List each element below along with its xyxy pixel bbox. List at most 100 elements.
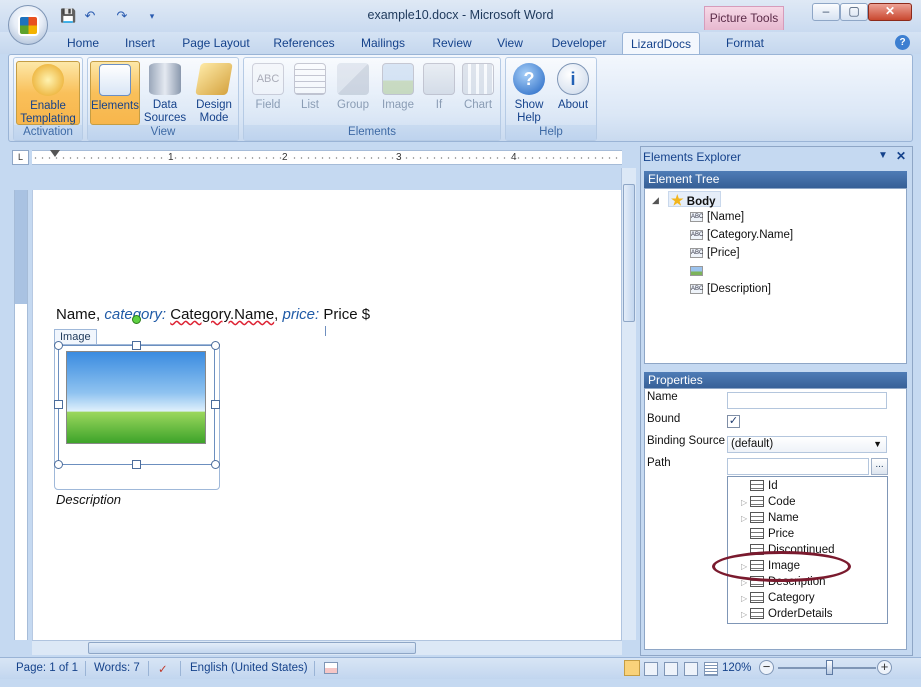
pane-close-icon[interactable]: ✕ xyxy=(896,149,906,163)
placeholder-image[interactable] xyxy=(66,351,206,444)
scroll-thumb[interactable] xyxy=(88,642,416,654)
rotate-handle[interactable] xyxy=(132,315,141,324)
tab-insert[interactable]: Insert xyxy=(116,32,164,54)
tab-developer[interactable]: Developer xyxy=(544,32,614,54)
path-option-label: OrderDetails xyxy=(768,608,833,620)
zoom-in-button[interactable]: + xyxy=(877,660,892,675)
list-icon xyxy=(294,63,326,95)
vertical-scrollbar[interactable] xyxy=(621,168,636,640)
binding-source-select[interactable]: (default) ▼ xyxy=(727,436,887,453)
group-label-activation: Activation xyxy=(14,125,82,140)
image-button[interactable]: Image xyxy=(376,61,420,125)
pane-menu-icon[interactable]: ▼ xyxy=(878,150,888,161)
tab-view[interactable]: View xyxy=(488,32,532,54)
close-button[interactable]: ✕ xyxy=(868,3,912,21)
if-button[interactable]: If xyxy=(422,61,456,125)
scroll-thumb[interactable] xyxy=(623,184,635,322)
tab-format[interactable]: Format xyxy=(716,32,774,54)
path-option[interactable]: ▷ OrderDetails xyxy=(741,606,833,622)
lizard-icon xyxy=(32,64,64,96)
office-button[interactable] xyxy=(8,5,48,45)
field-category-name[interactable]: Category.Name xyxy=(170,306,274,323)
design-mode-label: Design Mode xyxy=(196,99,232,124)
web-layout-icon[interactable] xyxy=(664,662,678,676)
language[interactable]: English (United States) xyxy=(190,662,308,674)
zoom-slider-thumb[interactable] xyxy=(826,660,834,675)
tree-node-body[interactable]: ★ Body xyxy=(668,191,721,208)
vertical-ruler[interactable] xyxy=(14,190,28,640)
path-option[interactable]: Id xyxy=(741,478,778,494)
path-input[interactable] xyxy=(727,458,869,475)
page-count[interactable]: Page: 1 of 1 xyxy=(16,662,78,674)
tab-home[interactable]: Home xyxy=(58,32,108,54)
name-property-input[interactable] xyxy=(727,392,887,409)
bound-checkbox[interactable]: ✓ xyxy=(727,415,740,428)
outline-icon[interactable] xyxy=(684,662,698,676)
resize-handle[interactable] xyxy=(211,341,220,350)
data-sources-button[interactable]: Data Sources xyxy=(142,61,188,125)
group-button[interactable]: Group xyxy=(332,61,374,125)
enable-templating-button[interactable]: Enable Templating xyxy=(16,61,80,125)
elements-button[interactable]: Elements xyxy=(90,61,140,125)
tab-mailings[interactable]: Mailings xyxy=(352,32,414,54)
resize-handle[interactable] xyxy=(54,341,63,350)
draft-icon[interactable] xyxy=(704,662,718,676)
resize-handle[interactable] xyxy=(132,341,141,350)
print-layout-icon[interactable] xyxy=(624,660,640,676)
ruler-number: 4 xyxy=(511,152,517,163)
tab-lizarddocs[interactable]: LizardDocs xyxy=(622,32,700,54)
show-help-button[interactable]: ? Show Help xyxy=(508,61,550,125)
resize-handle[interactable] xyxy=(211,460,220,469)
about-button[interactable]: i About xyxy=(552,61,594,125)
field-icon: ABC xyxy=(690,283,704,294)
path-option[interactable]: ▷ Name xyxy=(741,510,799,526)
zoom-out-button[interactable]: − xyxy=(759,660,774,675)
image-node-icon xyxy=(690,265,703,276)
design-mode-button[interactable]: Design Mode xyxy=(190,61,238,125)
tree-node[interactable]: ABC [Category.Name] xyxy=(690,227,793,243)
path-option[interactable]: Price xyxy=(741,526,794,542)
text-cursor xyxy=(325,326,326,336)
tree-node-image[interactable] xyxy=(690,263,707,279)
field-button[interactable]: ABC Field xyxy=(248,61,288,125)
ruler-margin xyxy=(15,190,27,304)
full-screen-reading-icon[interactable] xyxy=(644,662,658,676)
group-help: ? Show Help i About Help xyxy=(505,57,597,141)
element-tree-header: Element Tree xyxy=(644,171,907,188)
minimize-button[interactable]: ‒ xyxy=(812,3,840,21)
tab-review[interactable]: Review xyxy=(426,32,478,54)
help-icon[interactable]: ? xyxy=(895,35,910,50)
tree-node[interactable]: ABC [Price] xyxy=(690,245,740,261)
restore-button[interactable]: ▢ xyxy=(840,3,868,21)
path-option[interactable]: ▷ Code xyxy=(741,494,796,510)
resize-handle[interactable] xyxy=(132,460,141,469)
field-table-icon xyxy=(750,480,764,492)
macro-record-icon[interactable] xyxy=(324,662,338,674)
tree-node[interactable]: ABC [Name] xyxy=(690,209,744,225)
zoom-level[interactable]: 120% xyxy=(722,662,751,674)
template-line[interactable]: Name, category: Category.Name, price: Pr… xyxy=(56,306,370,323)
status-divider xyxy=(85,661,86,676)
tree-node[interactable]: ABC [Description] xyxy=(690,281,771,297)
dropdown-arrow-icon[interactable]: ▼ xyxy=(873,437,882,452)
horizontal-scrollbar[interactable] xyxy=(32,640,622,655)
resize-handle[interactable] xyxy=(54,460,63,469)
proofing-icon[interactable]: ✓ xyxy=(158,662,168,676)
path-browse-button[interactable]: ... xyxy=(871,458,888,475)
tab-page-layout[interactable]: Page Layout xyxy=(178,32,254,54)
path-option[interactable]: ▷ Category xyxy=(741,590,815,606)
indent-marker[interactable] xyxy=(50,150,60,157)
chart-button[interactable]: Chart xyxy=(458,61,498,125)
tab-selector[interactable]: L xyxy=(12,150,29,165)
list-button[interactable]: List xyxy=(290,61,330,125)
field-price[interactable]: Price $ xyxy=(319,306,370,323)
tab-references[interactable]: References xyxy=(268,32,340,54)
horizontal-ruler[interactable]: 1 2 3 4 xyxy=(32,150,622,165)
element-tree[interactable] xyxy=(644,188,907,364)
resize-handle[interactable] xyxy=(54,400,63,409)
collapse-arrow-icon[interactable]: ◢ xyxy=(652,192,659,208)
resize-handle[interactable] xyxy=(211,400,220,409)
word-count[interactable]: Words: 7 xyxy=(94,662,140,674)
field-table-icon xyxy=(750,512,764,524)
description-placeholder[interactable]: Description xyxy=(56,492,121,507)
